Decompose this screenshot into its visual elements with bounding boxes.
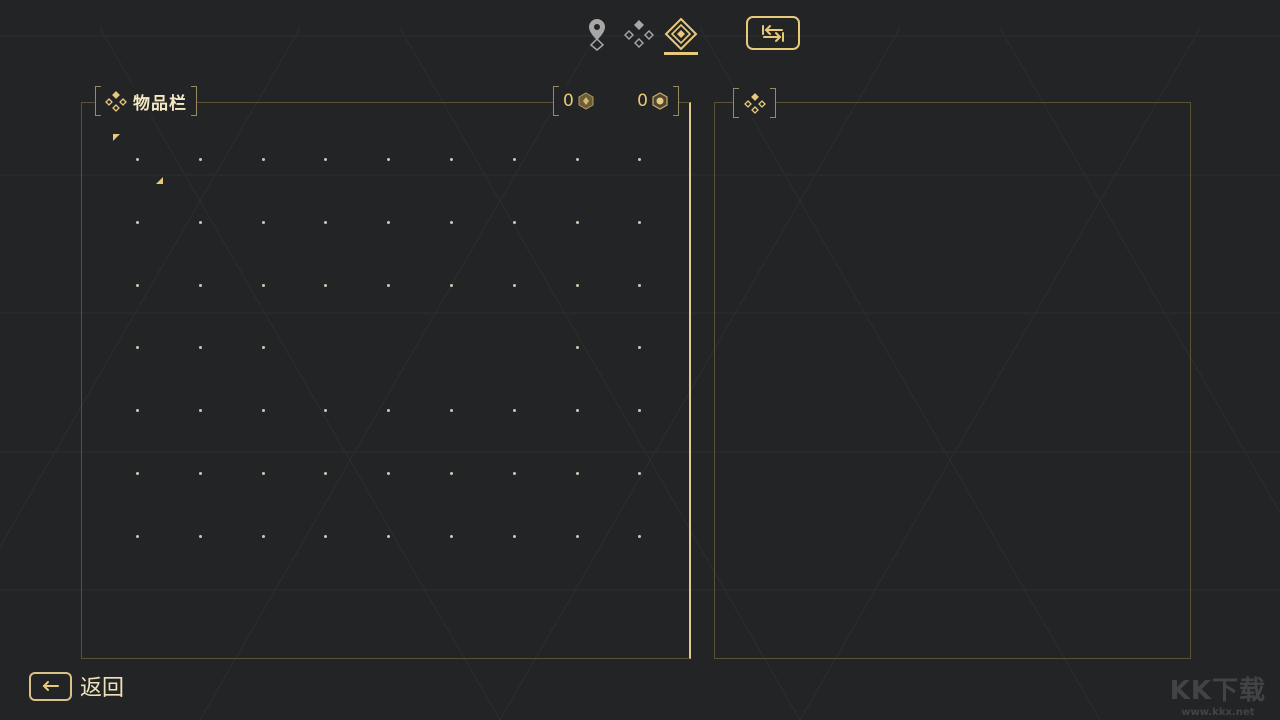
inventory-slot[interactable] [324, 158, 328, 161]
inventory-slot[interactable] [136, 534, 139, 538]
arrow-left-icon [42, 681, 59, 691]
rune-diamond-icon [624, 20, 654, 48]
inventory-slot[interactable] [261, 220, 265, 224]
inventory-slot[interactable] [261, 158, 265, 161]
top-tab-bar [580, 14, 698, 58]
watermark-logo: KK下载 [1169, 676, 1266, 706]
detail-header [733, 88, 776, 118]
inventory-slot[interactable] [387, 283, 391, 287]
inventory-slot[interactable] [198, 472, 202, 475]
inventory-slot[interactable] [512, 220, 516, 224]
inventory-slot[interactable] [136, 283, 139, 287]
inventory-slot[interactable] [136, 346, 139, 350]
watermark-url: www.kkx.net [1181, 707, 1255, 718]
inventory-slot[interactable] [387, 534, 391, 538]
inventory-slot[interactable] [387, 158, 391, 161]
inventory-slot[interactable] [512, 158, 516, 161]
swap-button[interactable] [746, 16, 800, 50]
inventory-slot[interactable] [450, 158, 453, 161]
inventory-slot[interactable] [575, 220, 579, 224]
tab-runes[interactable] [622, 14, 656, 54]
inventory-slot[interactable] [198, 220, 202, 224]
inventory-slot[interactable] [450, 283, 453, 287]
inventory-slot[interactable] [198, 409, 202, 413]
map-pin-icon [589, 19, 605, 51]
inventory-slot[interactable] [575, 534, 579, 538]
hex-gem-icon [652, 92, 668, 110]
inventory-slot[interactable] [261, 283, 265, 287]
inventory-slot[interactable] [450, 534, 453, 538]
inventory-title: 物品栏 [133, 93, 187, 114]
tab-map[interactable] [580, 14, 614, 54]
inventory-slot[interactable] [324, 409, 328, 413]
inventory-slot[interactable] [638, 220, 642, 224]
inventory-slot[interactable] [136, 472, 139, 475]
inventory-slot[interactable] [575, 346, 579, 350]
inventory-slot[interactable] [638, 472, 642, 475]
inventory-slot[interactable] [638, 534, 642, 538]
currency-value: 0 [637, 91, 648, 111]
inventory-slot[interactable] [575, 472, 579, 475]
inventory-slot[interactable] [387, 472, 391, 475]
inventory-header: 物品栏 [95, 86, 197, 116]
inventory-slot[interactable] [638, 158, 642, 161]
swap-arrows-icon [762, 25, 784, 42]
inventory-slot[interactable] [638, 283, 642, 287]
inventory-slot[interactable] [324, 283, 328, 287]
inventory-slot[interactable] [198, 158, 202, 161]
back-button[interactable]: 返回 [29, 670, 124, 702]
inventory-diamond-icon [664, 17, 698, 51]
inventory-slot[interactable] [638, 346, 642, 350]
inventory-slot[interactable] [136, 409, 139, 413]
inventory-slot[interactable] [450, 220, 453, 224]
inventory-slot[interactable] [450, 409, 453, 413]
currency-display: 0 0 [553, 86, 679, 116]
inventory-slot[interactable] [512, 534, 516, 538]
inventory-slot[interactable] [261, 409, 265, 413]
rune-coin-icon [578, 92, 594, 110]
rune-diamond-icon [743, 93, 766, 114]
inventory-slot[interactable] [261, 534, 265, 538]
currency-gems: 0 [637, 91, 669, 111]
inventory-slot[interactable] [512, 283, 516, 287]
inventory-slot[interactable] [638, 409, 642, 413]
tab-inventory[interactable] [664, 14, 698, 55]
inventory-slot[interactable] [198, 346, 202, 350]
inventory-slot[interactable] [324, 220, 328, 224]
inventory-slot[interactable] [575, 409, 579, 413]
back-label: 返回 [80, 676, 125, 701]
inventory-slot[interactable] [136, 220, 139, 224]
inventory-slot[interactable] [512, 472, 516, 475]
inventory-slot[interactable] [512, 409, 516, 413]
detail-panel [714, 102, 1191, 659]
inventory-slot[interactable] [575, 283, 579, 287]
inventory-slot[interactable] [198, 534, 202, 538]
inventory-slot[interactable] [575, 158, 579, 161]
inventory-slot[interactable] [387, 220, 391, 224]
inventory-slot[interactable] [261, 472, 265, 475]
inventory-slot[interactable] [198, 283, 202, 287]
inventory-slot[interactable] [324, 534, 328, 538]
currency-value: 0 [563, 91, 574, 111]
inventory-slot[interactable] [450, 472, 453, 475]
inventory-slot[interactable] [387, 409, 391, 413]
currency-runes: 0 [563, 91, 595, 111]
back-key [29, 671, 72, 701]
inventory-slot[interactable] [261, 346, 265, 350]
watermark: KK下载 www.kkx.net [1170, 670, 1266, 718]
inventory-grid[interactable] [106, 128, 672, 568]
inventory-slot[interactable] [136, 158, 139, 161]
inventory-slot[interactable] [324, 472, 328, 475]
rune-diamond-icon [105, 91, 127, 112]
